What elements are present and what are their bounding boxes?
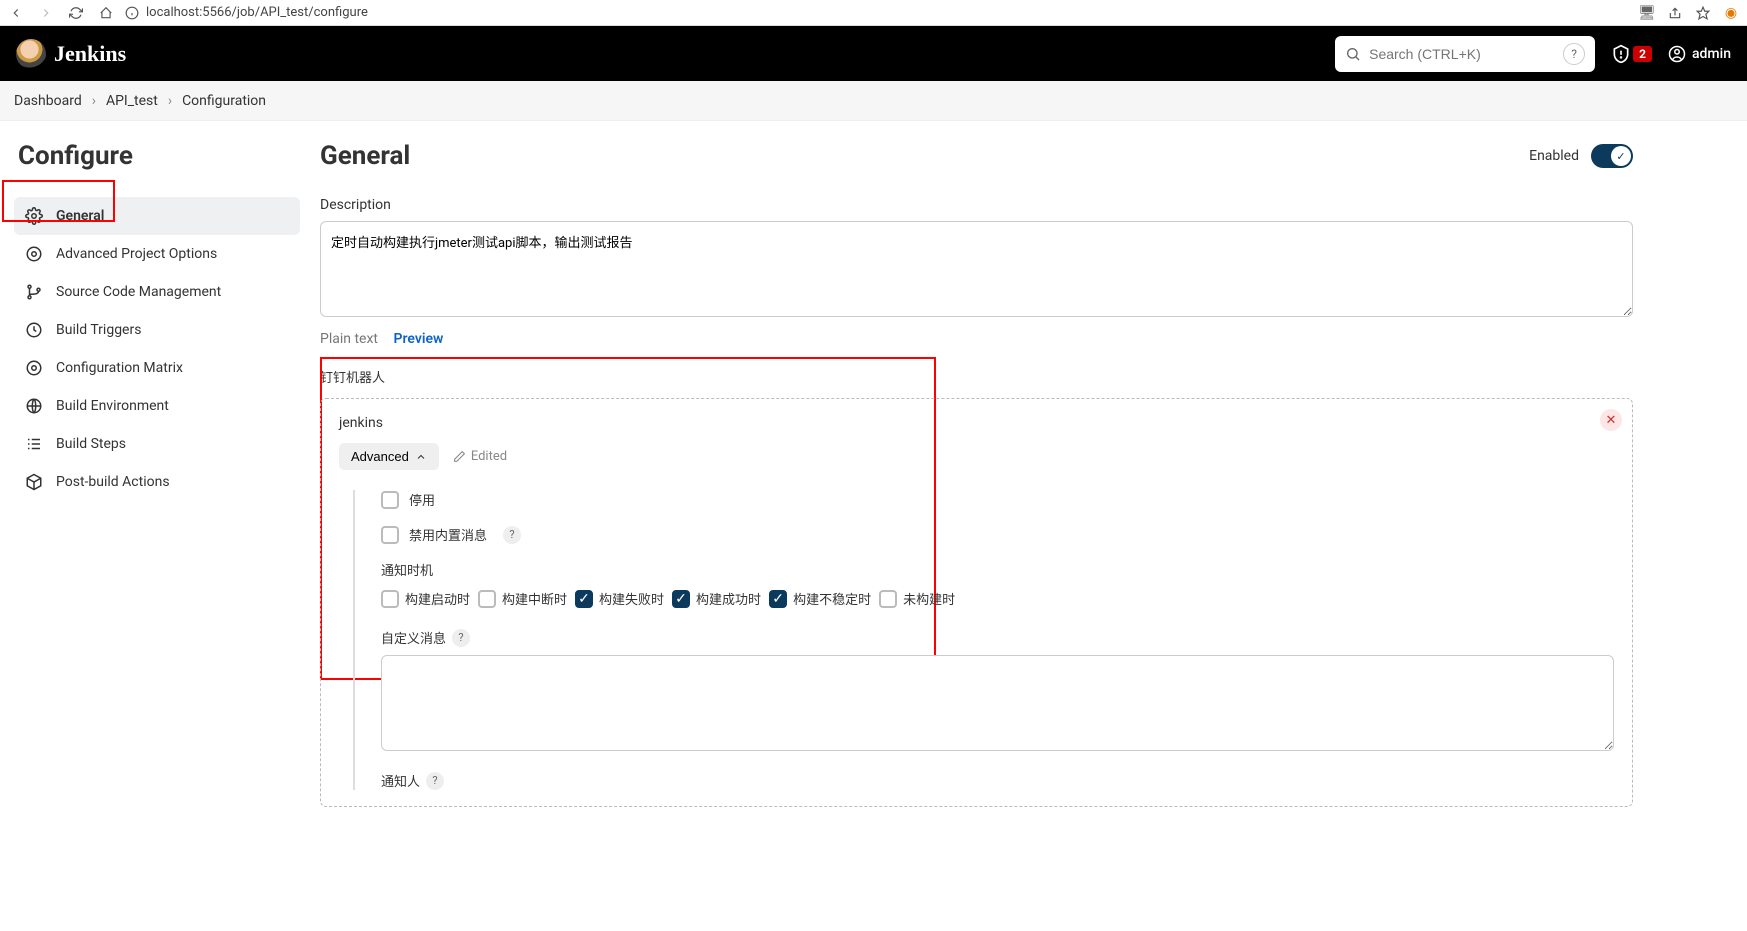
custom-msg-label: 自定义消息: [381, 628, 446, 647]
browser-toolbar: localhost:5566/job/API_test/configure 🖥 …: [0, 0, 1747, 26]
sidebar-item-label: Build Triggers: [56, 322, 141, 338]
disable-label: 停用: [409, 490, 435, 509]
list-icon: [24, 434, 44, 454]
timing-notbuilt-label: 未构建时: [903, 589, 955, 608]
brand-text: Jenkins: [54, 41, 126, 67]
globe-icon: [24, 396, 44, 416]
search-input[interactable]: [1369, 46, 1555, 62]
timing-fail-checkbox[interactable]: ✓: [575, 590, 593, 608]
sidebar-item-env[interactable]: Build Environment: [14, 387, 300, 425]
sidebar-item-label: Post-build Actions: [56, 474, 170, 490]
sidebar-item-triggers[interactable]: Build Triggers: [14, 311, 300, 349]
share-icon[interactable]: [1667, 5, 1683, 21]
description-label: Description: [320, 197, 1633, 213]
advanced-label: Advanced: [351, 449, 409, 464]
jenkins-mascot-icon: [16, 39, 46, 69]
disable-checkbox[interactable]: [381, 491, 399, 509]
sidebar-item-label: Configuration Matrix: [56, 360, 183, 376]
chevron-right-icon: ›: [92, 93, 96, 109]
sidebar-title: Configure: [14, 141, 300, 171]
jenkins-header: Jenkins ? 2 admin: [0, 26, 1747, 81]
alert-count-badge: 2: [1633, 46, 1652, 62]
timing-abort-checkbox[interactable]: [478, 590, 496, 608]
search-icon: [1345, 46, 1361, 62]
info-icon[interactable]: [124, 5, 140, 21]
custom-msg-textarea[interactable]: [381, 655, 1614, 751]
timing-success-checkbox[interactable]: ✓: [672, 590, 690, 608]
shield-icon: [1611, 44, 1631, 64]
sidebar-item-label: Build Environment: [56, 398, 169, 414]
timing-success-label: 构建成功时: [696, 589, 761, 608]
sidebar-item-steps[interactable]: Build Steps: [14, 425, 300, 463]
search-box[interactable]: ?: [1335, 36, 1595, 72]
security-alerts[interactable]: 2: [1611, 44, 1652, 64]
gear-icon: [24, 206, 44, 226]
edited-indicator: Edited: [453, 449, 507, 464]
content-area: General Enabled ✓ Description Plain text…: [320, 141, 1733, 807]
extension-icon[interactable]: ◉: [1723, 5, 1739, 21]
forward-icon[interactable]: [38, 5, 54, 21]
timing-start-label: 构建启动时: [405, 589, 470, 608]
chevron-right-icon: ›: [168, 93, 172, 109]
reload-icon[interactable]: [68, 5, 84, 21]
package-icon: [24, 472, 44, 492]
chevron-up-icon: [415, 451, 427, 463]
sidebar-item-general[interactable]: General: [14, 197, 300, 235]
disable-builtin-checkbox[interactable]: [381, 526, 399, 544]
sidebar-item-label: General: [56, 208, 104, 224]
breadcrumb-dashboard[interactable]: Dashboard: [14, 93, 82, 109]
config-sidebar: Configure General Advanced Project Optio…: [14, 141, 300, 807]
robot-name: jenkins: [339, 415, 1614, 431]
sidebar-item-label: Advanced Project Options: [56, 246, 217, 262]
help-icon[interactable]: ?: [503, 526, 521, 544]
plain-text-label: Plain text: [320, 331, 378, 347]
breadcrumb-job[interactable]: API_test: [106, 93, 158, 109]
notify-timing-label: 通知时机: [381, 560, 1614, 579]
sidebar-item-advanced[interactable]: Advanced Project Options: [14, 235, 300, 273]
username: admin: [1692, 46, 1731, 62]
enabled-label: Enabled: [1529, 148, 1579, 164]
timing-options: 构建启动时 构建中断时 ✓ 构建失败时 ✓ 构建成功时 ✓ 构建不稳定时 未构建…: [381, 589, 1614, 608]
enabled-toggle[interactable]: ✓: [1591, 144, 1633, 168]
breadcrumb: Dashboard › API_test › Configuration: [0, 81, 1747, 121]
back-icon[interactable]: [8, 5, 24, 21]
sidebar-item-matrix[interactable]: Configuration Matrix: [14, 349, 300, 387]
notify-person-label: 通知人: [381, 771, 420, 790]
sidebar-item-label: Source Code Management: [56, 284, 221, 300]
home-icon[interactable]: [98, 5, 114, 21]
sidebar-item-label: Build Steps: [56, 436, 126, 452]
section-heading: General: [320, 141, 410, 171]
star-icon[interactable]: [1695, 5, 1711, 21]
user-icon: [1668, 45, 1686, 63]
clock-icon: [24, 320, 44, 340]
gear-icon: [24, 244, 44, 264]
sidebar-item-scm[interactable]: Source Code Management: [14, 273, 300, 311]
disable-builtin-label: 禁用内置消息: [409, 525, 487, 544]
check-icon: ✓: [1611, 146, 1631, 166]
timing-unstable-checkbox[interactable]: ✓: [769, 590, 787, 608]
gear-icon: [24, 358, 44, 378]
url-text[interactable]: localhost:5566/job/API_test/configure: [146, 5, 368, 20]
close-icon[interactable]: ✕: [1600, 409, 1622, 431]
timing-start-checkbox[interactable]: [381, 590, 399, 608]
timing-unstable-label: 构建不稳定时: [793, 589, 871, 608]
description-textarea[interactable]: [320, 221, 1633, 317]
breadcrumb-config[interactable]: Configuration: [182, 93, 266, 109]
preview-link[interactable]: Preview: [393, 331, 443, 347]
help-icon[interactable]: ?: [452, 629, 470, 647]
sidebar-item-postbuild[interactable]: Post-build Actions: [14, 463, 300, 501]
robot-section-title: 钉钉机器人: [320, 367, 1633, 386]
timing-abort-label: 构建中断时: [502, 589, 567, 608]
jenkins-logo[interactable]: Jenkins: [16, 39, 126, 69]
pencil-icon: [453, 450, 466, 463]
advanced-button[interactable]: Advanced: [339, 443, 439, 470]
timing-fail-label: 构建失败时: [599, 589, 664, 608]
search-help-icon[interactable]: ?: [1563, 43, 1585, 65]
help-icon[interactable]: ?: [426, 772, 444, 790]
user-menu[interactable]: admin: [1668, 45, 1731, 63]
robot-config-box: ✕ jenkins Advanced Edited 停用: [320, 398, 1633, 807]
branch-icon: [24, 282, 44, 302]
timing-notbuilt-checkbox[interactable]: [879, 590, 897, 608]
translate-icon[interactable]: 🖥: [1639, 5, 1655, 21]
